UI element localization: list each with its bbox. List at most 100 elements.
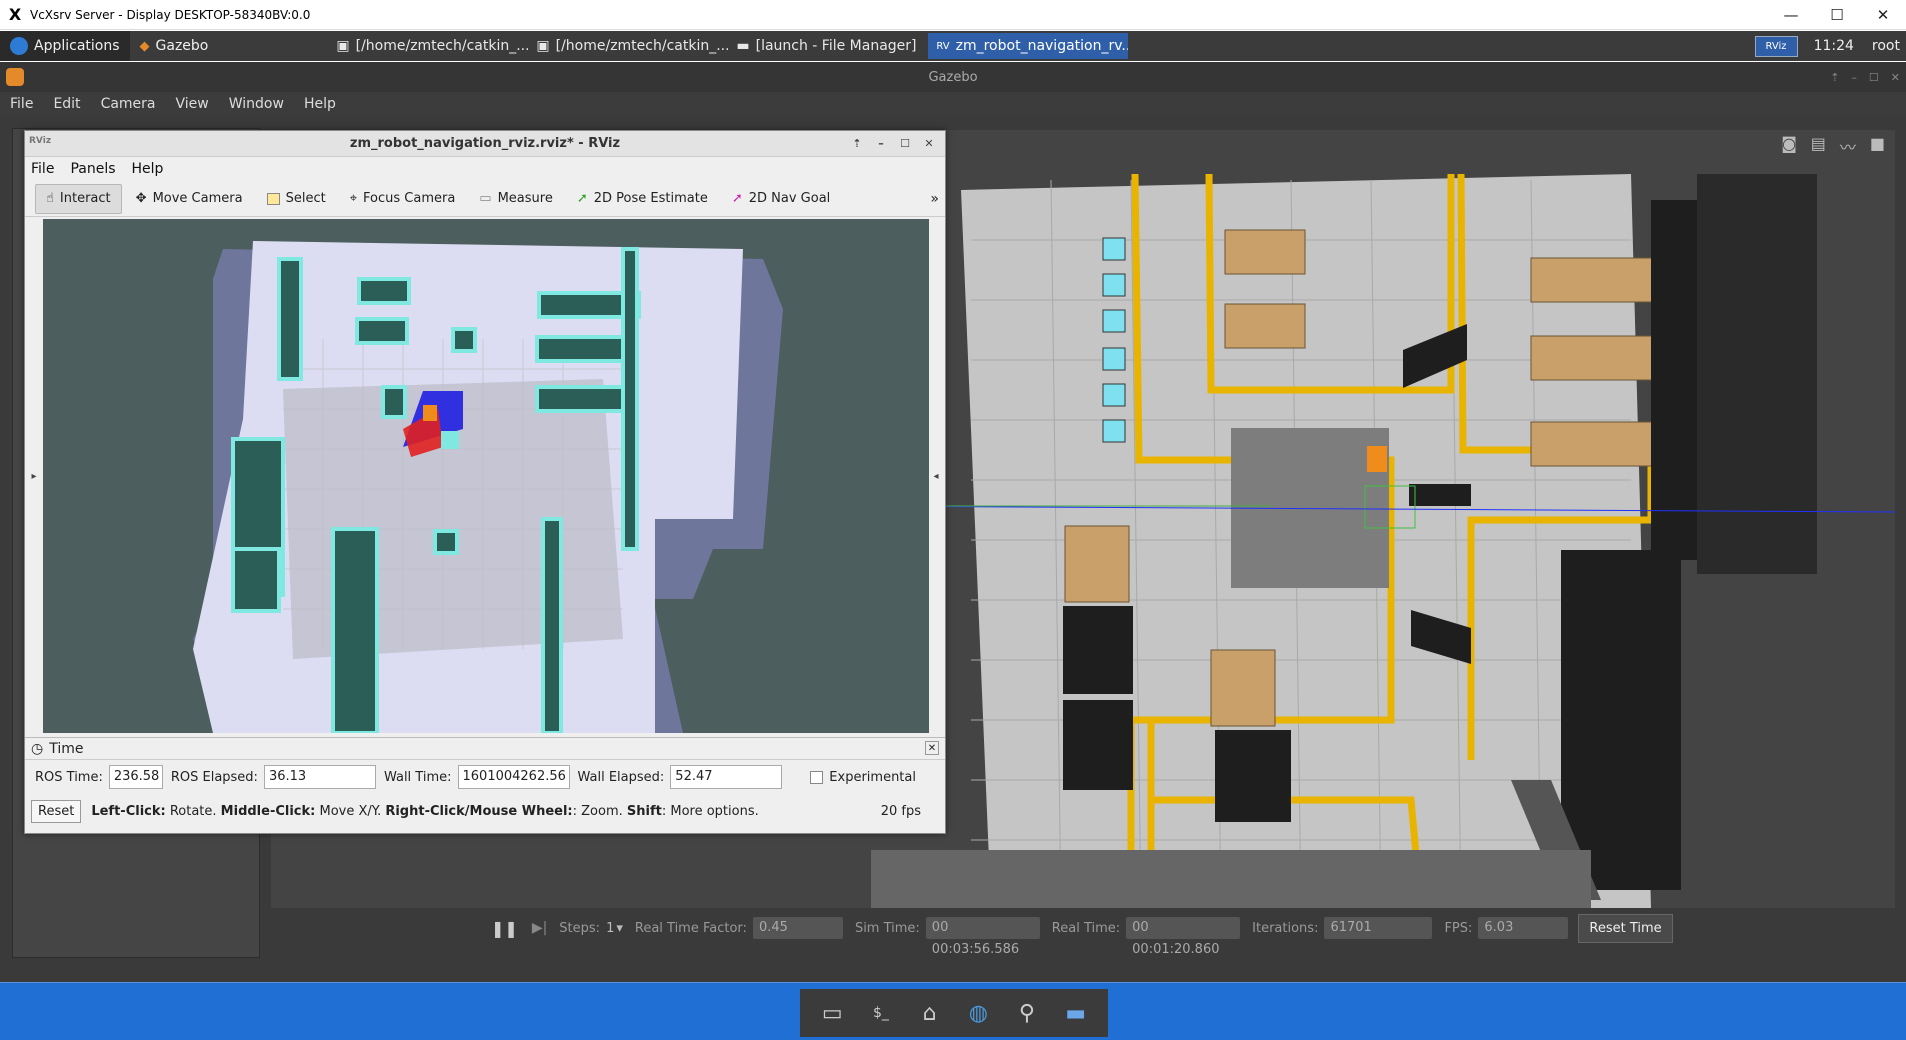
windows-taskbar: ▭ $_ ⌂ ◍ ⚲ ▬ <box>0 982 1906 1040</box>
green-arrow-icon: ➚ <box>576 191 588 206</box>
clock[interactable]: 11:24 <box>1814 38 1854 54</box>
rviz-workspace-badge[interactable]: RViz <box>1754 35 1798 57</box>
rviz-menu-file[interactable]: File <box>31 161 54 177</box>
iterations-label: Iterations: <box>1252 920 1319 936</box>
restore-icon[interactable]: ⇡ <box>1830 71 1839 84</box>
plot-icon[interactable]: 〰 <box>1840 134 1856 158</box>
menu-camera[interactable]: Camera <box>91 96 166 112</box>
ros-elapsed-label: ROS Elapsed: <box>170 769 258 785</box>
rtf-value: 0.45 <box>752 917 843 939</box>
help-row: Reset Left-Click: Rotate. Middle-Click: … <box>25 794 945 828</box>
collapse-left-icon[interactable]: ▸ <box>25 219 43 733</box>
step-icon[interactable]: ▶| <box>532 920 547 936</box>
task-terminal-1[interactable]: ▣ [/home/zmtech/catkin_... <box>328 33 528 59</box>
web-browser-icon[interactable]: ◍ <box>958 995 998 1031</box>
rviz-3d-view[interactable] <box>43 219 929 733</box>
task-label: [launch - File Manager] <box>755 38 917 54</box>
wall-time-field[interactable]: 1601004262.56 <box>457 765 570 789</box>
rviz-logo-icon: RViz <box>29 136 52 146</box>
log-icon[interactable]: ▤ <box>1811 134 1826 158</box>
real-time-value: 00 00:01:20.860 <box>1126 917 1241 957</box>
rviz-menubar: File Panels Help <box>25 157 945 181</box>
experimental-checkbox[interactable] <box>810 770 824 784</box>
screenshot-icon[interactable]: ◙ <box>1781 134 1797 158</box>
menu-window[interactable]: Window <box>219 96 294 112</box>
experimental-label: Experimental <box>829 769 916 785</box>
gazebo-launcher-label: Gazebo <box>155 38 209 54</box>
menu-file[interactable]: File <box>0 96 43 112</box>
file-manager-icon[interactable]: ▬ <box>1056 995 1096 1031</box>
rviz-icon: RV <box>936 40 950 52</box>
video-icon[interactable]: ■ <box>1870 134 1885 158</box>
maximize-icon[interactable]: ☐ <box>895 134 915 152</box>
steps-value[interactable]: 1 <box>606 921 614 936</box>
task-terminal-2[interactable]: ▣ [/home/zmtech/catkin_... <box>528 33 728 59</box>
collapse-right-icon[interactable]: ◂ <box>927 219 945 733</box>
rviz-toolbar: ☝ Interact ✥ Move Camera Select ⌖ Focus … <box>25 181 945 217</box>
menu-help[interactable]: Help <box>294 96 346 112</box>
steps-dropdown-icon[interactable]: ▾ <box>616 921 623 936</box>
xfce-dock: ▭ $_ ⌂ ◍ ⚲ ▬ <box>800 989 1108 1037</box>
minimize-icon[interactable]: – <box>871 134 891 152</box>
restore-icon[interactable]: ⇡ <box>847 134 867 152</box>
sim-time-value: 00 00:03:56.586 <box>925 917 1040 957</box>
measure-tool[interactable]: ▭ Measure <box>469 184 563 214</box>
move-camera-tool[interactable]: ✥ Move Camera <box>126 184 253 214</box>
ros-time-field[interactable]: 236.58 <box>108 765 163 789</box>
home-folder-icon[interactable]: ⌂ <box>910 995 950 1031</box>
close-icon[interactable]: ✕ <box>919 134 939 152</box>
minimize-icon[interactable]: — <box>1768 0 1814 30</box>
more-tools-icon[interactable]: » <box>930 191 939 207</box>
show-desktop-icon[interactable]: ▭ <box>812 995 852 1031</box>
nav-goal-tool[interactable]: ➚ 2D Nav Goal <box>722 184 840 214</box>
terminal-icon[interactable]: $_ <box>861 995 901 1031</box>
reset-button[interactable]: Reset <box>31 799 82 823</box>
tool-label: Move Camera <box>152 191 243 206</box>
close-icon[interactable]: ✕ <box>1891 71 1900 84</box>
reset-time-button[interactable]: Reset Time <box>1578 913 1673 943</box>
task-file-manager[interactable]: ▬ [launch - File Manager] <box>728 33 928 59</box>
ros-elapsed-field[interactable]: 36.13 <box>263 765 376 789</box>
wall-elapsed-field[interactable]: 52.47 <box>670 765 783 789</box>
gazebo-titlebar: Gazebo ⇡ – ☐ ✕ <box>0 62 1906 92</box>
rtf-label: Real Time Factor: <box>634 920 747 936</box>
focus-camera-tool[interactable]: ⌖ Focus Camera <box>340 184 466 214</box>
gazebo-launcher[interactable]: ◆ Gazebo <box>130 31 219 61</box>
interact-tool[interactable]: ☝ Interact <box>35 183 122 214</box>
real-time-label: Real Time: <box>1051 920 1121 936</box>
magenta-arrow-icon: ➚ <box>731 191 743 206</box>
terminal-icon: ▣ <box>336 38 350 54</box>
applications-menu-button[interactable]: Applications <box>0 31 130 61</box>
fps-label: FPS: <box>1444 920 1473 936</box>
rviz-title: zm_robot_navigation_rviz.rviz* - RViz <box>349 136 621 151</box>
folder-icon: ▬ <box>736 38 750 54</box>
select-tool[interactable]: Select <box>257 184 336 214</box>
pause-icon[interactable]: ❚❚ <box>491 919 518 938</box>
tool-label: Interact <box>59 191 111 206</box>
steps-label: Steps: <box>559 920 601 936</box>
maximize-icon[interactable]: ☐ <box>1869 71 1879 84</box>
close-panel-icon[interactable]: ✕ <box>925 741 939 755</box>
task-label: zm_robot_navigation_rv... <box>955 38 1129 54</box>
rviz-window: RViz zm_robot_navigation_rviz.rviz* - RV… <box>24 130 946 834</box>
user-label[interactable]: root <box>1872 38 1900 54</box>
task-rviz[interactable]: RV zm_robot_navigation_rv... <box>928 33 1129 59</box>
minimize-icon[interactable]: – <box>1851 71 1857 84</box>
rviz-menu-panels[interactable]: Panels <box>70 161 115 177</box>
search-icon[interactable]: ⚲ <box>1007 995 1047 1031</box>
pose-estimate-tool[interactable]: ➚ 2D Pose Estimate <box>567 184 718 214</box>
menu-view[interactable]: View <box>166 96 219 112</box>
applications-label: Applications <box>34 38 120 54</box>
maximize-icon[interactable]: ☐ <box>1814 0 1860 30</box>
time-fields-row: ROS Time: 236.58 ROS Elapsed: 36.13 Wall… <box>25 760 945 794</box>
vcxsrv-logo-icon: X <box>8 5 22 24</box>
wall-elapsed-label: Wall Elapsed: <box>577 769 665 785</box>
hand-icon: ☝ <box>46 191 54 206</box>
gazebo-logo-icon <box>6 68 24 86</box>
select-icon <box>266 192 280 205</box>
menu-edit[interactable]: Edit <box>43 96 90 112</box>
ros-time-label: ROS Time: <box>35 769 103 785</box>
rviz-menu-help[interactable]: Help <box>132 161 164 177</box>
time-panel-header: ◷ Time ✕ <box>25 738 945 760</box>
close-icon[interactable]: ✕ <box>1860 0 1906 30</box>
